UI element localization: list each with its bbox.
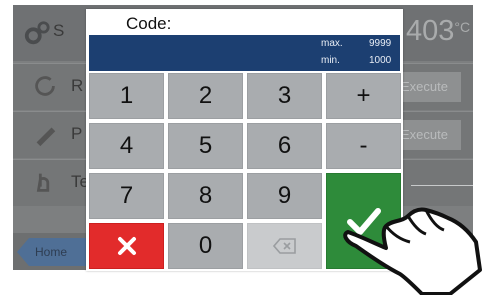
key-7[interactable]: 7 [89,173,164,219]
key-0[interactable]: 0 [168,223,243,269]
backspace-icon [272,238,296,254]
key-plus[interactable]: + [326,73,401,119]
backspace-button[interactable] [247,223,322,269]
min-label: min. [321,55,340,66]
key-6[interactable]: 6 [247,123,322,169]
key-9[interactable]: 9 [247,173,322,219]
pointing-hand-icon [343,207,482,295]
code-label: Code: [126,14,172,33]
code-display: max. 9999 min. 1000 [89,35,400,71]
header-text: S [53,21,65,40]
temperature-readout: 403°C [406,15,471,47]
x-icon [117,237,136,255]
max-value: 9999 [369,38,392,49]
key-2[interactable]: 2 [168,73,243,119]
refresh-icon [35,76,55,96]
row-2-execute: Execute [393,120,461,150]
cancel-button[interactable] [89,223,164,269]
key-1[interactable]: 1 [89,73,164,119]
key-minus[interactable]: - [326,123,401,169]
gears-icon [24,21,50,45]
min-value: 1000 [369,55,392,66]
key-5[interactable]: 5 [168,123,243,169]
hand-touch-icon [36,173,50,192]
key-4[interactable]: 4 [89,123,164,169]
row-1-label: R [71,76,84,95]
key-3[interactable]: 3 [247,73,322,119]
pencil-icon [36,127,56,147]
max-label: max. [321,38,343,49]
key-8[interactable]: 8 [168,173,243,219]
row-1-execute: Execute [393,72,461,102]
row-2-label: P [71,124,83,143]
